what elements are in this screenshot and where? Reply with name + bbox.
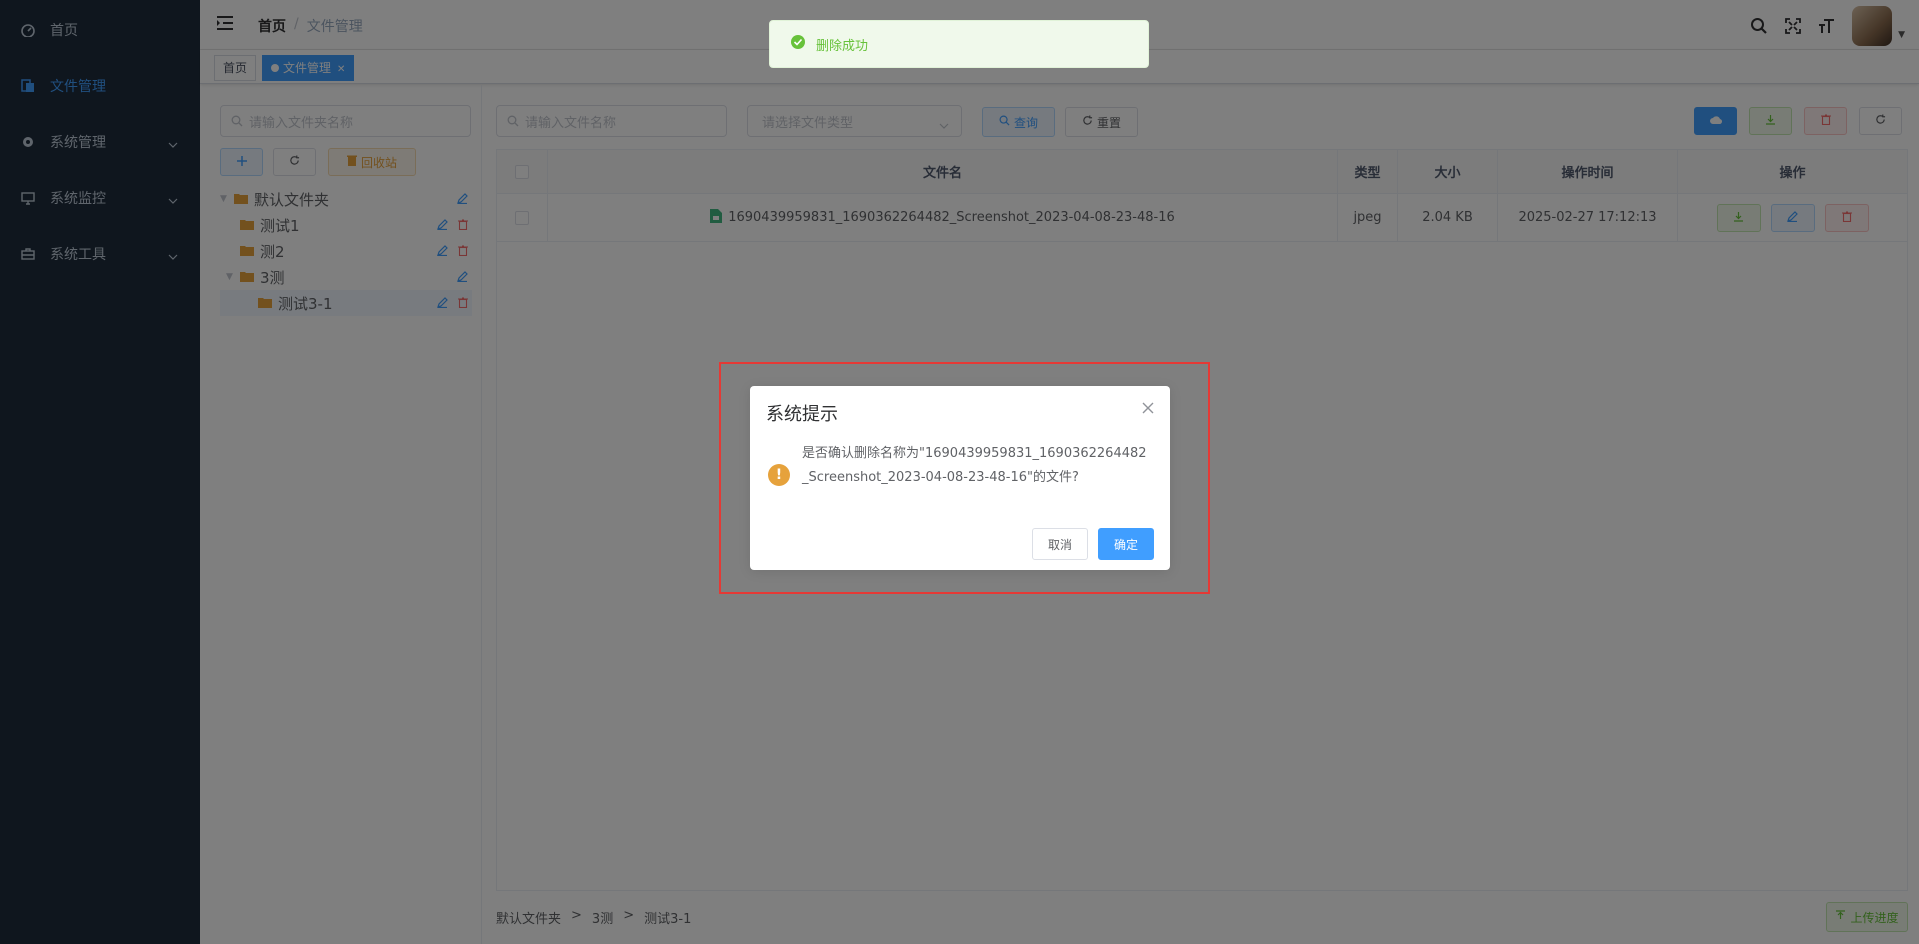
toast-message: 删除成功 <box>816 38 869 54</box>
success-check-icon <box>790 34 806 54</box>
success-toast: 删除成功 <box>769 20 1149 68</box>
annotation-highlight-box <box>719 362 1210 594</box>
